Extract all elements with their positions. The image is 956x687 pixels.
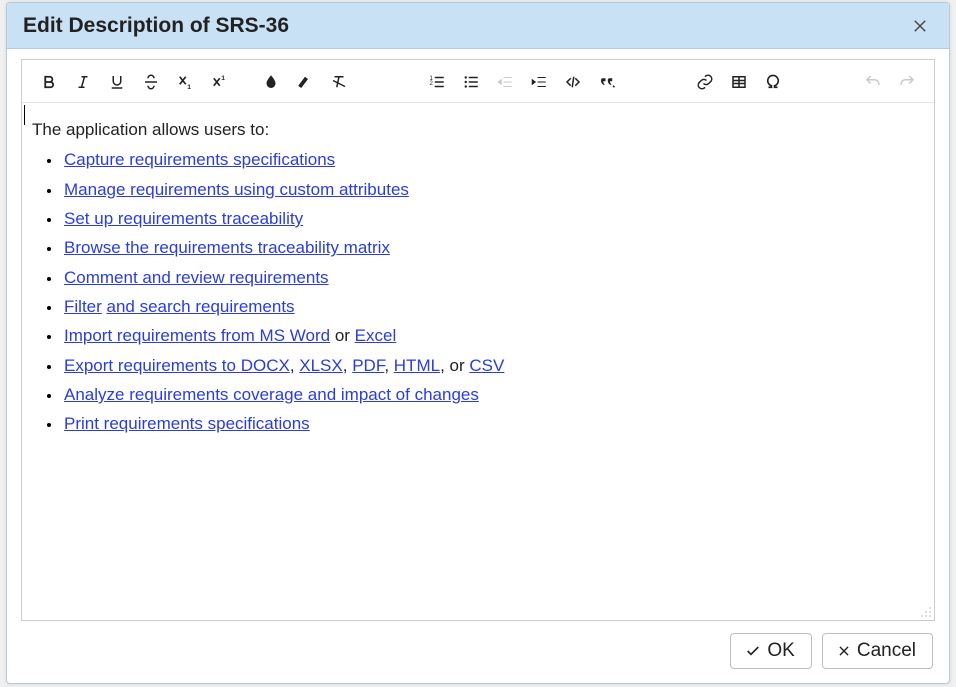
clear-formatting-button[interactable] (322, 66, 356, 98)
text-caret (24, 105, 25, 125)
undo-button[interactable] (856, 66, 890, 98)
cancel-button-label: Cancel (857, 640, 916, 662)
editor-toolbar: 1 1 12 (22, 60, 934, 103)
content-text: , (290, 356, 299, 375)
underline-icon (108, 73, 126, 91)
check-icon (745, 643, 761, 659)
content-link[interactable]: Browse the requirements traceability mat… (64, 238, 390, 257)
italic-button[interactable] (66, 66, 100, 98)
list-item: Print requirements specifications (62, 411, 926, 437)
content-link[interactable]: and search requirements (107, 297, 295, 316)
editor-content-area[interactable]: The application allows users to: Capture… (22, 103, 934, 620)
indent-icon (530, 73, 548, 91)
list-item: Comment and review requirements (62, 265, 926, 291)
outdent-button[interactable] (488, 66, 522, 98)
content-link[interactable]: Import requirements from MS Word (64, 326, 330, 345)
code-button[interactable] (556, 66, 590, 98)
content-link[interactable]: HTML (394, 356, 440, 375)
list-item: Filter and search requirements (62, 294, 926, 320)
content-link[interactable]: Export requirements to DOCX (64, 356, 290, 375)
unordered-list-icon (462, 73, 480, 91)
dialog-titlebar: Edit Description of SRS-36 (7, 3, 949, 49)
edit-description-dialog: Edit Description of SRS-36 (6, 2, 950, 684)
intro-paragraph: The application allows users to: (32, 117, 926, 143)
indent-button[interactable] (522, 66, 556, 98)
content-link[interactable]: Manage requirements using custom attribu… (64, 180, 409, 199)
svg-text:1: 1 (187, 84, 191, 91)
resize-grip-icon[interactable] (920, 606, 932, 618)
content-link[interactable]: Capture requirements specifications (64, 150, 335, 169)
unordered-list-button[interactable] (454, 66, 488, 98)
highlight-button[interactable] (288, 66, 322, 98)
ok-button[interactable]: OK (730, 633, 811, 669)
strikethrough-icon (142, 73, 160, 91)
content-link[interactable]: Excel (355, 326, 397, 345)
superscript-button[interactable]: 1 (202, 66, 236, 98)
list-item: Manage requirements using custom attribu… (62, 177, 926, 203)
toolbar-group-insert (688, 66, 790, 98)
content-link[interactable]: PDF (352, 356, 384, 375)
x-icon (837, 644, 851, 658)
content-link[interactable]: XLSX (299, 356, 342, 375)
rich-text-editor: 1 1 12 (21, 59, 935, 621)
special-char-button[interactable] (756, 66, 790, 98)
content-text: , (384, 356, 393, 375)
list-item: Set up requirements traceability (62, 206, 926, 232)
subscript-button[interactable]: 1 (168, 66, 202, 98)
toolbar-group-history (856, 66, 924, 98)
content-link[interactable]: Filter (64, 297, 102, 316)
content-link[interactable]: Set up requirements traceability (64, 209, 303, 228)
content-link[interactable]: Analyze requirements coverage and impact… (64, 385, 479, 404)
ok-button-label: OK (767, 640, 794, 662)
list-item: Import requirements from MS Word or Exce… (62, 323, 926, 349)
content-text: or (330, 326, 355, 345)
cancel-button[interactable]: Cancel (822, 633, 933, 669)
bold-button[interactable] (32, 66, 66, 98)
dialog-footer: OK Cancel (7, 621, 949, 683)
clear-format-icon (330, 73, 348, 91)
strikethrough-button[interactable] (134, 66, 168, 98)
superscript-icon: 1 (210, 73, 228, 91)
table-button[interactable] (722, 66, 756, 98)
redo-icon (898, 73, 916, 91)
underline-button[interactable] (100, 66, 134, 98)
undo-icon (864, 73, 882, 91)
close-button[interactable] (907, 13, 933, 39)
italic-icon (74, 73, 92, 91)
text-color-button[interactable] (254, 66, 288, 98)
ink-drop-icon (262, 73, 280, 91)
list-item: Browse the requirements traceability mat… (62, 235, 926, 261)
ordered-list-button[interactable]: 12 (420, 66, 454, 98)
outdent-icon (496, 73, 514, 91)
toolbar-group-font-style: 1 1 (32, 66, 236, 98)
svg-text:2: 2 (430, 81, 434, 87)
content-text: , (343, 356, 352, 375)
toolbar-group-paragraph: 12 (420, 66, 624, 98)
content-text: , or (440, 356, 469, 375)
close-icon (913, 19, 927, 33)
omega-icon (764, 73, 782, 91)
redo-button[interactable] (890, 66, 924, 98)
list-item: Capture requirements specifications (62, 147, 926, 173)
svg-text:1: 1 (221, 75, 225, 82)
bold-icon (40, 73, 58, 91)
list-item: Export requirements to DOCX, XLSX, PDF , … (62, 353, 926, 379)
bullet-list: Capture requirements specifications Manag… (62, 147, 926, 437)
link-icon (696, 73, 714, 91)
dialog-title: Edit Description of SRS-36 (23, 14, 907, 38)
code-icon (564, 73, 582, 91)
toolbar-group-color (254, 66, 356, 98)
ordered-list-icon: 12 (428, 73, 446, 91)
table-icon (730, 73, 748, 91)
list-item: Analyze requirements coverage and impact… (62, 382, 926, 408)
quote-icon (598, 73, 616, 91)
highlighter-icon (296, 73, 314, 91)
quote-button[interactable] (590, 66, 624, 98)
link-button[interactable] (688, 66, 722, 98)
content-link[interactable]: Comment and review requirements (64, 268, 329, 287)
content-link[interactable]: CSV (469, 356, 504, 375)
content-link[interactable]: Print requirements specifications (64, 414, 310, 433)
subscript-icon: 1 (176, 73, 194, 91)
